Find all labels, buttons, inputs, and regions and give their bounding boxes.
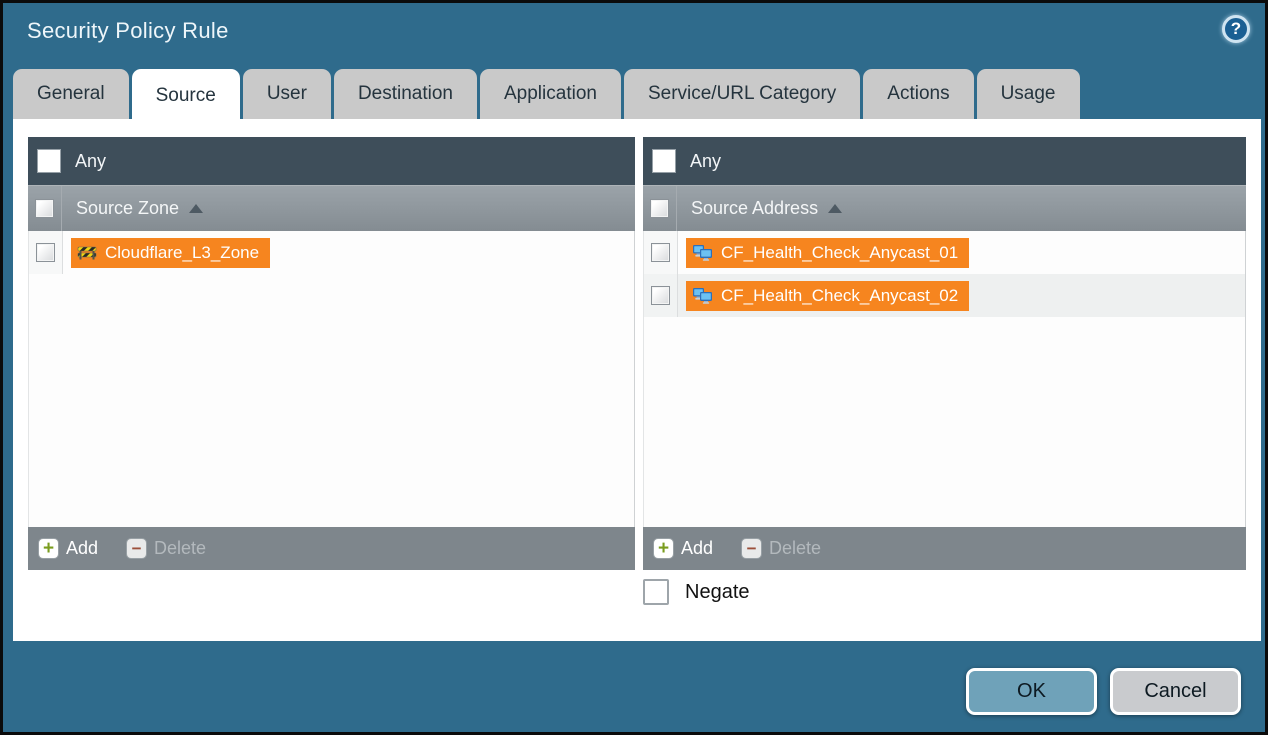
zone-name: Cloudflare_L3_Zone [105, 243, 259, 263]
address-name: CF_Health_Check_Anycast_02 [721, 286, 958, 306]
delete-label: Delete [769, 538, 821, 559]
tab-source[interactable]: Source [132, 69, 240, 122]
tab-general[interactable]: General [13, 69, 129, 119]
delete-button[interactable]: − Delete [126, 538, 206, 559]
tab-destination[interactable]: Destination [334, 69, 477, 119]
address-entry[interactable]: CF_Health_Check_Anycast_02 [686, 281, 969, 311]
table-row: CF_Health_Check_Anycast_02 [644, 274, 1245, 317]
negate-row: Negate [643, 579, 750, 605]
source-address-select-all-checkbox[interactable] [650, 199, 669, 218]
source-address-any-checkbox[interactable] [652, 149, 676, 173]
security-policy-rule-dialog: Security Policy Rule ? General Source Us… [0, 0, 1268, 735]
source-address-footer: + Add − Delete [643, 527, 1246, 570]
help-icon[interactable]: ? [1222, 15, 1250, 43]
zone-entry[interactable]: Cloudflare_L3_Zone [71, 238, 270, 268]
address-icon [692, 244, 713, 261]
tab-usage[interactable]: Usage [977, 69, 1080, 119]
table-row: Cloudflare_L3_Zone [29, 231, 634, 274]
dialog-body: Any Source Zone [13, 119, 1261, 641]
source-zone-footer: + Add − Delete [28, 527, 635, 570]
source-zone-rows: Cloudflare_L3_Zone [28, 231, 635, 527]
source-zone-column-header[interactable]: Source Zone [28, 185, 635, 231]
source-zone-column-label: Source Zone [76, 198, 179, 219]
tab-service-url-category[interactable]: Service/URL Category [624, 69, 860, 119]
tab-bar: General Source User Destination Applicat… [13, 69, 1080, 122]
source-address-rows: CF_Health_Check_Anycast_01 [643, 231, 1246, 527]
source-address-column-label: Source Address [691, 198, 818, 219]
source-zone-panel: Any Source Zone [28, 137, 635, 570]
source-address-any-row: Any [643, 137, 1246, 185]
negate-checkbox[interactable] [643, 579, 669, 605]
add-label: Add [681, 538, 713, 559]
dialog-title: Security Policy Rule [27, 18, 229, 44]
source-zone-any-label: Any [75, 151, 106, 172]
minus-icon: − [741, 538, 762, 559]
add-button[interactable]: + Add [38, 538, 98, 559]
address-icon [692, 287, 713, 304]
sort-asc-icon [828, 204, 842, 213]
plus-icon: + [38, 538, 59, 559]
delete-label: Delete [154, 538, 206, 559]
row-checkbox-cell [29, 231, 63, 274]
source-address-any-label: Any [690, 151, 721, 172]
table-row: CF_Health_Check_Anycast_01 [644, 231, 1245, 274]
address-name: CF_Health_Check_Anycast_01 [721, 243, 958, 263]
row-checkbox-cell [644, 274, 678, 317]
add-button[interactable]: + Add [653, 538, 713, 559]
ok-button[interactable]: OK [966, 668, 1097, 715]
zone-icon [77, 245, 97, 260]
delete-button[interactable]: − Delete [741, 538, 821, 559]
tab-user[interactable]: User [243, 69, 331, 119]
cancel-button[interactable]: Cancel [1110, 668, 1241, 715]
tab-actions[interactable]: Actions [863, 69, 973, 119]
select-all-cell [643, 186, 677, 231]
source-zone-any-checkbox[interactable] [37, 149, 61, 173]
row-checkbox[interactable] [651, 286, 670, 305]
plus-icon: + [653, 538, 674, 559]
source-zone-select-all-checkbox[interactable] [35, 199, 54, 218]
select-all-cell [28, 186, 62, 231]
source-address-panel: Any Source Address [643, 137, 1246, 570]
source-zone-any-row: Any [28, 137, 635, 185]
row-checkbox-cell [644, 231, 678, 274]
row-checkbox[interactable] [651, 243, 670, 262]
row-checkbox[interactable] [36, 243, 55, 262]
add-label: Add [66, 538, 98, 559]
negate-label: Negate [685, 581, 750, 604]
address-entry[interactable]: CF_Health_Check_Anycast_01 [686, 238, 969, 268]
tab-application[interactable]: Application [480, 69, 621, 119]
minus-icon: − [126, 538, 147, 559]
sort-asc-icon [189, 204, 203, 213]
source-address-column-header[interactable]: Source Address [643, 185, 1246, 231]
